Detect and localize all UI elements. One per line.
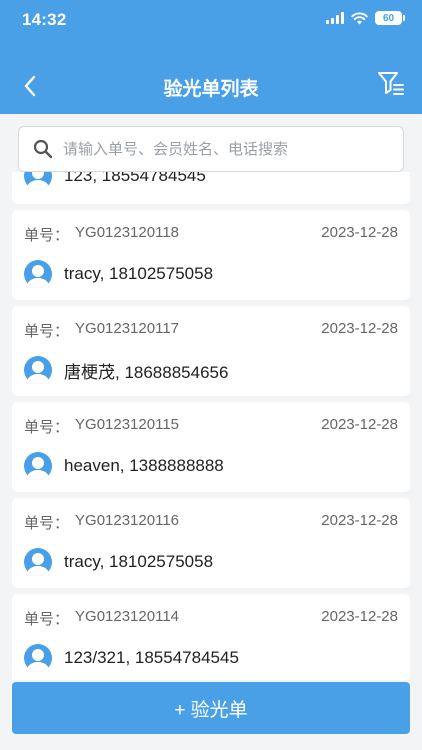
customer-name-phone: tracy, 18102575058 xyxy=(64,264,214,283)
order-list[interactable]: 123, 18554784545 单号： YG0123120118 2023-12… xyxy=(0,172,422,680)
order-no-label: 单号： xyxy=(24,227,70,244)
order-card[interactable]: 单号： YG0123120114 2023-12-28 123/321, 1855… xyxy=(12,594,410,680)
order-no-label: 单号： xyxy=(24,611,70,628)
avatar-icon xyxy=(24,644,52,672)
search-icon xyxy=(33,139,53,159)
order-date: 2023-12-28 xyxy=(321,416,398,433)
avatar-icon xyxy=(24,452,52,480)
order-no-label: 单号： xyxy=(24,419,70,436)
order-no-label: 单号： xyxy=(24,515,70,532)
order-meta: 单号： YG0123120116 2023-12-28 xyxy=(24,512,398,532)
customer-name-phone: 123, 18554784545 xyxy=(64,172,206,185)
customer-info: tracy, 18102575058 xyxy=(24,258,213,290)
customer-info: 唐梗茂, 18688854656 xyxy=(24,354,228,386)
customer-info: 123/321, 18554784545 xyxy=(24,642,239,674)
order-number: YG0123120117 xyxy=(75,320,179,337)
order-meta: 单号： YG0123120118 2023-12-28 xyxy=(24,224,398,244)
wifi-icon xyxy=(351,12,368,24)
filter-icon xyxy=(378,72,404,95)
search-bar[interactable] xyxy=(18,126,404,172)
add-prescription-button[interactable]: + 验光单 xyxy=(12,682,410,734)
avatar-icon xyxy=(24,356,52,384)
order-number: YG0123120114 xyxy=(75,608,179,625)
customer-info: heaven, 1388888888 xyxy=(24,450,224,482)
status-bar: 14:32 60 xyxy=(0,0,422,40)
search-input[interactable] xyxy=(63,140,383,158)
avatar-icon xyxy=(24,548,52,576)
order-meta: 单号： YG0123120115 2023-12-28 xyxy=(24,416,398,436)
list-item-partial[interactable]: 123, 18554784545 xyxy=(12,172,410,204)
order-number: YG0123120116 xyxy=(75,512,179,529)
page-title: 验光单列表 xyxy=(163,79,259,100)
order-no-label: 单号： xyxy=(24,323,70,340)
customer-name-phone: tracy, 18102575058 xyxy=(64,552,214,571)
avatar-icon xyxy=(24,172,52,190)
battery-icon: 60 xyxy=(375,11,405,25)
customer-name-phone: 唐梗茂, 18688854656 xyxy=(64,362,229,382)
order-date: 2023-12-28 xyxy=(321,320,398,337)
customer-info: tracy, 18102575058 xyxy=(24,546,213,578)
customer-name-phone: 123/321, 18554784545 xyxy=(64,648,239,667)
customer-info: 123, 18554784545 xyxy=(24,172,206,192)
order-card[interactable]: 单号： YG0123120118 2023-12-28 tracy, 181025… xyxy=(12,210,410,300)
order-meta: 单号： YG0123120114 2023-12-28 xyxy=(24,608,398,628)
order-card[interactable]: 单号： YG0123120116 2023-12-28 tracy, 181025… xyxy=(12,498,410,588)
order-meta: 单号： YG0123120117 2023-12-28 xyxy=(24,320,398,340)
status-icons: 60 xyxy=(326,11,405,25)
avatar-icon xyxy=(24,260,52,288)
app-header: 14:32 60 验光单列表 xyxy=(0,0,422,114)
order-date: 2023-12-28 xyxy=(321,224,398,241)
order-card[interactable]: 单号： YG0123120117 2023-12-28 唐梗茂, 18688854… xyxy=(12,306,410,396)
order-card[interactable]: 单号： YG0123120115 2023-12-28 heaven, 13888… xyxy=(12,402,410,492)
filter-button[interactable] xyxy=(376,70,406,98)
status-time: 14:32 xyxy=(22,10,67,29)
order-date: 2023-12-28 xyxy=(321,512,398,529)
cellular-signal-icon xyxy=(326,12,344,24)
order-number: YG0123120118 xyxy=(75,224,179,241)
order-number: YG0123120115 xyxy=(75,416,179,433)
order-date: 2023-12-28 xyxy=(321,608,398,625)
customer-name-phone: heaven, 1388888888 xyxy=(64,456,224,475)
